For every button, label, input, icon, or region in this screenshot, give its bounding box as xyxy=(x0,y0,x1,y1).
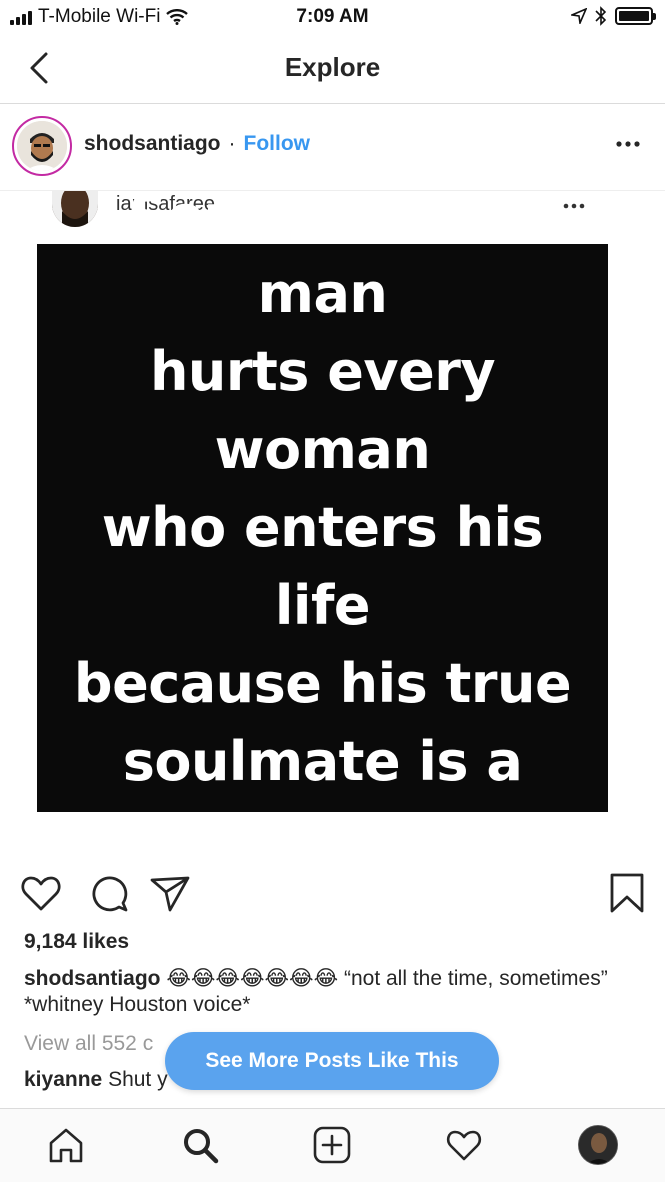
profile-avatar-icon xyxy=(579,1126,617,1164)
profile-tab-avatar[interactable] xyxy=(578,1125,618,1165)
status-bar: T-Mobile Wi-Fi 7:09 AM xyxy=(0,0,665,34)
likes-count[interactable]: 9,184 likes xyxy=(24,930,129,954)
post-image[interactable]: iamsafaree Sometimes a man hurts every w… xyxy=(0,184,665,871)
home-icon[interactable] xyxy=(46,1125,86,1165)
comment-icon[interactable] xyxy=(86,870,132,916)
avatar-image xyxy=(17,121,67,171)
quote-card: Sometimes a man hurts every woman who en… xyxy=(37,184,608,871)
status-right xyxy=(571,6,656,26)
heart-icon[interactable] xyxy=(18,870,64,916)
battery-icon xyxy=(615,7,656,25)
bluetooth-icon xyxy=(595,6,607,26)
comment-item: kiyanne Shut y xyxy=(24,1068,168,1092)
caption-emoji: 😂😂😂😂😂😂😂 xyxy=(166,967,339,990)
caption: shodsantiago 😂😂😂😂😂😂😂 “not all the time, … xyxy=(24,966,644,1018)
status-time: 7:09 AM xyxy=(296,6,369,27)
follow-button[interactable]: Follow xyxy=(244,132,311,156)
comment-username[interactable]: kiyanne xyxy=(24,1068,102,1091)
activity-heart-icon[interactable] xyxy=(444,1125,484,1165)
bookmark-icon[interactable] xyxy=(604,870,650,916)
post-actions xyxy=(0,862,665,924)
quote-text: Sometimes a man hurts every woman who en… xyxy=(73,184,572,871)
view-all-comments-link[interactable]: View all 552 c xyxy=(24,1032,153,1056)
comment-text: Shut y xyxy=(108,1068,168,1091)
location-arrow-icon xyxy=(571,8,587,24)
post-header-text: shodsantiago · Follow xyxy=(84,132,310,156)
nav-bar: Explore xyxy=(0,34,665,104)
share-icon[interactable] xyxy=(148,870,194,916)
post-username[interactable]: shodsantiago xyxy=(84,132,221,156)
more-options-icon[interactable] xyxy=(613,134,643,154)
caption-username[interactable]: shodsantiago xyxy=(24,967,161,990)
see-more-posts-button[interactable]: See More Posts Like This xyxy=(165,1032,499,1090)
add-post-icon[interactable] xyxy=(312,1125,352,1165)
tab-bar xyxy=(0,1108,665,1182)
page-title: Explore xyxy=(284,52,381,82)
user-avatar-icon xyxy=(17,121,67,171)
separator-dot: · xyxy=(228,132,236,155)
search-icon[interactable] xyxy=(180,1125,220,1165)
avatar[interactable] xyxy=(12,116,72,176)
